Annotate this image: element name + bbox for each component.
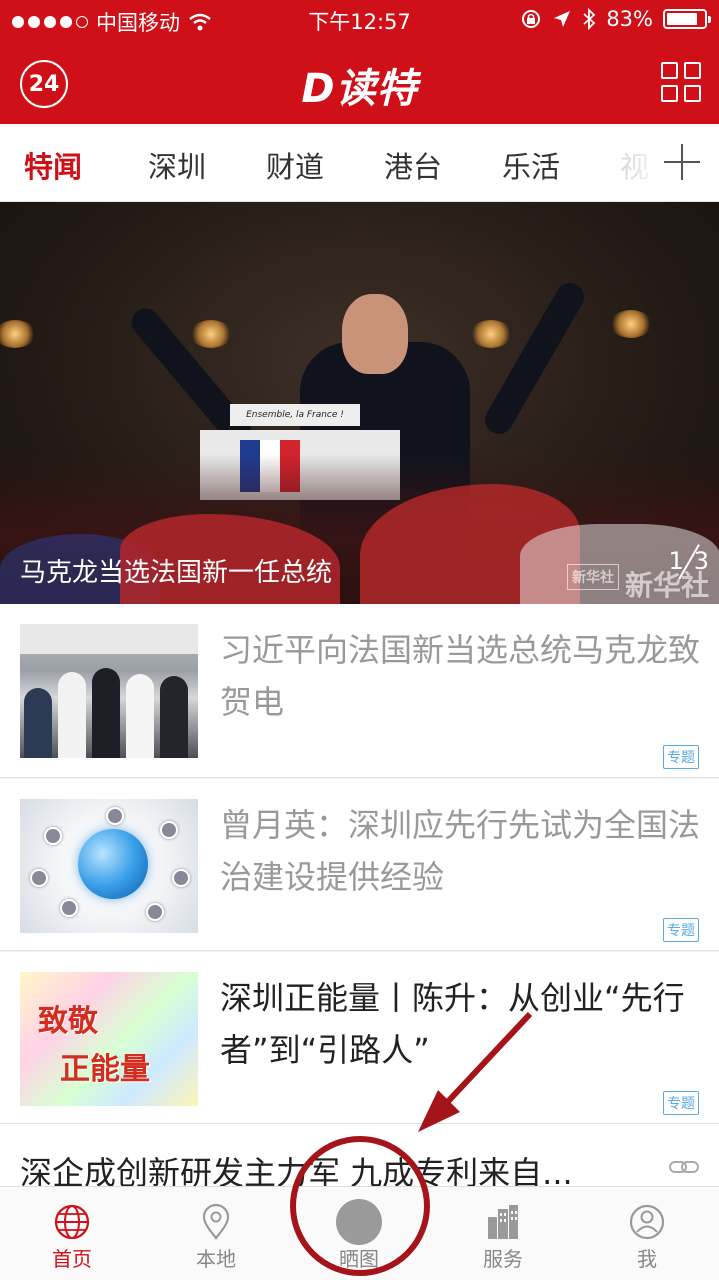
tab-finance[interactable]: 财道 <box>266 144 324 186</box>
status-bar: 中国移动 下午12:57 83% <box>0 0 719 40</box>
news-headline: 深圳正能量丨陈升：从创业“先行者”到“引路人” <box>220 979 685 1069</box>
app-header: 24 D读特 <box>0 40 719 124</box>
channel-tabs: 特闻 深圳 财道 港台 乐活 视 <box>0 124 719 202</box>
tab-lifestyle[interactable]: 乐活 <box>502 144 560 186</box>
hero-photo-arm <box>479 277 590 439</box>
globe-icon <box>54 1204 90 1240</box>
nav-services[interactable]: 服务 <box>431 1187 575 1280</box>
nav-label: 我 <box>637 1247 657 1271</box>
news-thumbnail <box>20 799 198 933</box>
hero-carousel[interactable]: Ensemble, la France ! 新华社 新华社 马克龙当选法国新一任总… <box>0 202 719 604</box>
thumbnail-text: 正能量 <box>60 1052 150 1087</box>
rotation-lock-icon <box>522 10 541 28</box>
nav-label: 本地 <box>196 1247 236 1271</box>
nav-me[interactable]: 我 <box>575 1187 719 1280</box>
buildings-icon <box>488 1205 518 1239</box>
hero-photo-head <box>342 294 408 374</box>
bluetooth-icon <box>583 8 596 30</box>
battery-percent: 83% <box>606 7 653 31</box>
news-item[interactable]: 致敬 正能量 深圳正能量丨陈升：从创业“先行者”到“引路人” 专题 <box>0 952 719 1124</box>
location-pin-icon <box>202 1203 230 1240</box>
user-icon <box>629 1204 665 1240</box>
topic-tag: 专题 <box>663 745 699 769</box>
location-arrow-icon <box>554 11 571 27</box>
link-icon <box>669 1161 699 1173</box>
nav-label: 服务 <box>483 1247 523 1271</box>
add-channel-icon[interactable] <box>649 124 719 201</box>
nav-label: 首页 <box>52 1247 92 1271</box>
tab-features[interactable]: 特闻 <box>24 144 82 186</box>
tab-shenzhen[interactable]: 深圳 <box>148 144 206 186</box>
carousel-pager: 13 <box>668 542 709 582</box>
topic-tag: 专题 <box>663 1091 699 1115</box>
app-logo: D读特 <box>301 66 418 112</box>
hero-photo-arm <box>126 302 257 451</box>
news-headline: 曾月英：深圳应先行先试为全国法治建设提供经验 <box>220 806 701 896</box>
news-thumbnail: 致敬 正能量 <box>20 972 198 1106</box>
news-headline: 习近平向法国新当选总统马克龙致贺电 <box>220 631 701 721</box>
annotation-circle <box>290 1136 430 1276</box>
nav-local[interactable]: 本地 <box>144 1187 288 1280</box>
topic-tag: 专题 <box>663 918 699 942</box>
news-item[interactable]: 习近平向法国新当选总统马克龙致贺电 专题 <box>0 604 719 778</box>
thumbnail-text: 致敬 <box>38 1004 98 1039</box>
grid-menu-icon[interactable] <box>661 62 701 102</box>
hero-caption: 马克龙当选法国新一任总统 <box>20 558 333 588</box>
news-thumbnail <box>20 624 198 758</box>
battery-icon <box>663 9 711 29</box>
podium-sign: Ensemble, la France ! <box>230 404 360 426</box>
news-item[interactable]: 曾月英：深圳应先行先试为全国法治建设提供经验 专题 <box>0 779 719 951</box>
nav-home[interactable]: 首页 <box>0 1187 144 1280</box>
tab-hk-taiwan[interactable]: 港台 <box>384 144 442 186</box>
